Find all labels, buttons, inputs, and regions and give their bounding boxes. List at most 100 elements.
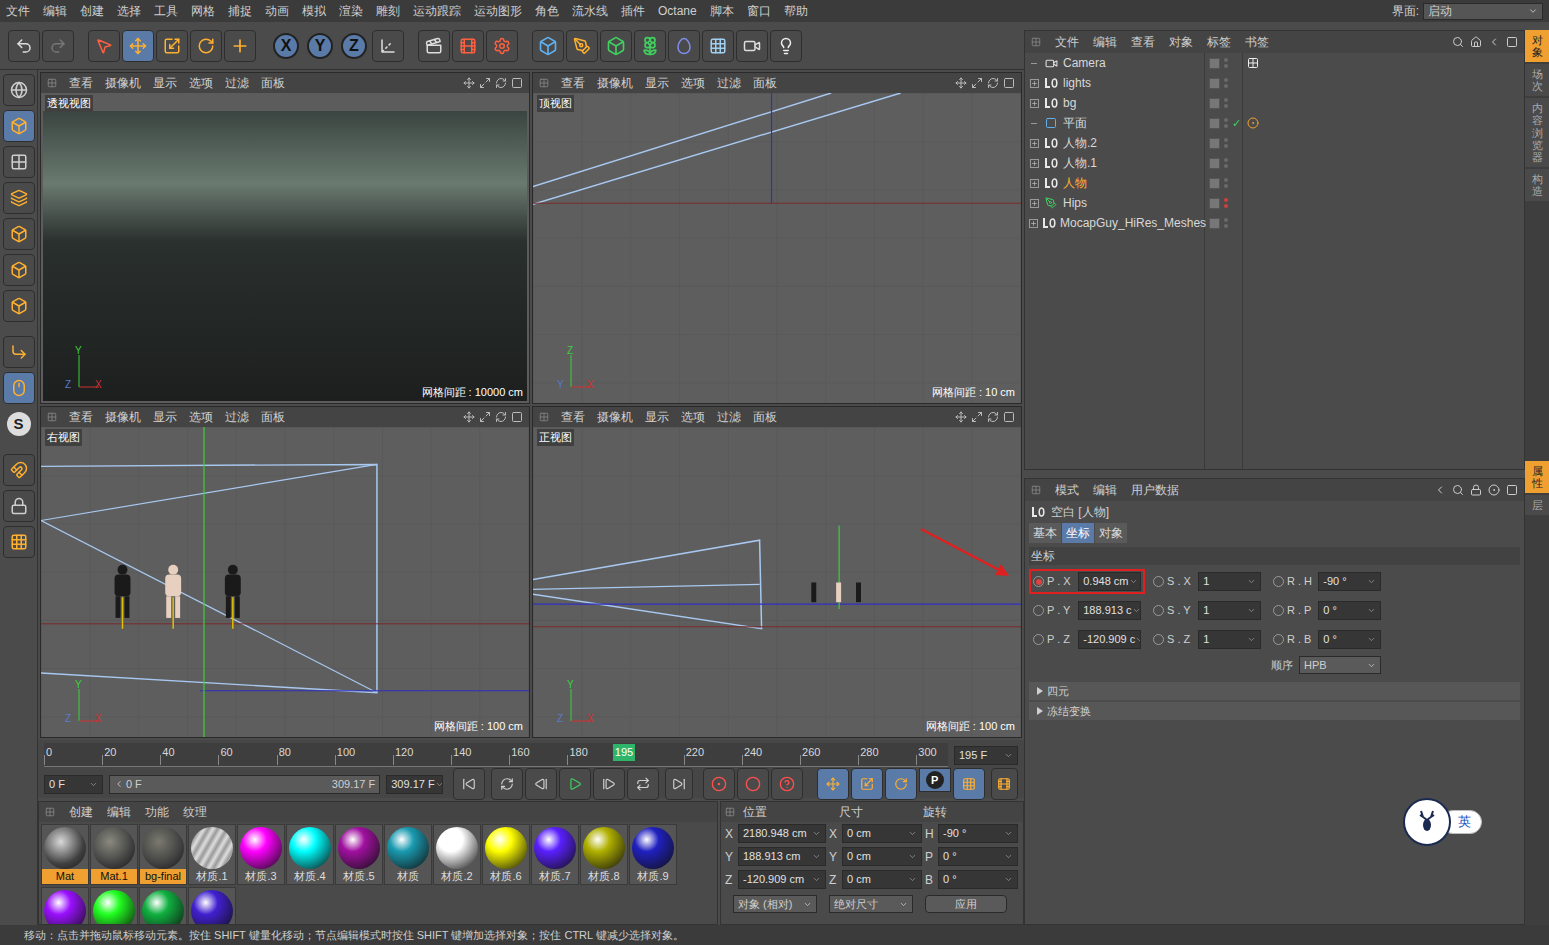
back-icon[interactable]	[1434, 484, 1446, 496]
pan-icon[interactable]	[463, 411, 475, 423]
stepper-icon[interactable]	[1247, 606, 1256, 615]
viewport-menu-item[interactable]: 查看	[69, 74, 93, 92]
start-frame-field[interactable]: 0 F	[44, 775, 103, 794]
maximize-icon[interactable]	[511, 411, 523, 423]
menu-item[interactable]: 捕捉	[228, 2, 252, 20]
material-swatch[interactable]: 材质.6	[482, 824, 530, 885]
menu-item[interactable]: 运动图形	[474, 2, 522, 20]
side-tab[interactable]: 对象	[1525, 30, 1549, 62]
size-field[interactable]: 0 cm	[842, 824, 922, 843]
viewport-menu-item[interactable]: 面板	[261, 408, 285, 426]
zoom-icon[interactable]	[479, 77, 491, 89]
viewport-menu-item[interactable]: 面板	[261, 74, 285, 92]
expand-toggle[interactable]	[1030, 99, 1039, 108]
deformer-button[interactable]	[668, 30, 700, 62]
render-picture-button[interactable]	[452, 30, 484, 62]
side-tab[interactable]: 内容浏览器	[1525, 98, 1549, 166]
target-icon[interactable]	[1488, 484, 1500, 496]
object-flags[interactable]	[1205, 213, 1242, 233]
viewport[interactable]: 查看摄像机显示选项过滤面板透视视图YZX网格间距 : 10000 cm	[40, 72, 530, 404]
zoom-icon[interactable]	[479, 411, 491, 423]
material-swatch[interactable]	[139, 887, 187, 925]
animate-toggle[interactable]	[1033, 634, 1044, 645]
viewport-menu-item[interactable]: 过滤	[717, 408, 741, 426]
record-button[interactable]	[703, 768, 735, 800]
rotation-field[interactable]: -90 °	[938, 824, 1018, 843]
size-field[interactable]: 0 cm	[842, 870, 922, 889]
material-swatch[interactable]: 材质.1	[188, 824, 236, 885]
new-window-icon[interactable]	[1506, 484, 1518, 496]
stepper-icon[interactable]	[1247, 635, 1256, 644]
edge-mode-button[interactable]	[3, 254, 35, 286]
object-menu-item[interactable]: 书签	[1245, 33, 1269, 51]
maximize-icon[interactable]	[511, 77, 523, 89]
material-swatch[interactable]	[90, 887, 138, 925]
attribute-field[interactable]: 0 °	[1318, 630, 1381, 649]
prev-key-button[interactable]	[491, 768, 523, 800]
material-menu-item[interactable]: 功能	[145, 803, 169, 821]
attribute-field[interactable]: 188.913 c	[1078, 601, 1141, 620]
go-end-button[interactable]	[665, 768, 692, 800]
viewport-menu-item[interactable]: 摄像机	[597, 408, 633, 426]
viewport-menu-item[interactable]: 面板	[753, 408, 777, 426]
mograph-button[interactable]	[634, 30, 666, 62]
attribute-field[interactable]: -90 °	[1318, 572, 1381, 591]
viewport-canvas[interactable]: 透视视图YZX网格间距 : 10000 cm	[41, 93, 529, 403]
menu-item[interactable]: 流水线	[572, 2, 608, 20]
texture-mode-button[interactable]	[3, 146, 35, 178]
recent-tool-button[interactable]	[224, 30, 256, 62]
viewport-canvas[interactable]: 顶视图ZYX网格间距 : 10 cm	[533, 93, 1021, 403]
viewport-menu-item[interactable]: 选项	[189, 408, 213, 426]
viewport-menu-item[interactable]: 显示	[645, 74, 669, 92]
position-field[interactable]: 2180.948 cm	[738, 824, 826, 843]
object-row[interactable]: 人物.1	[1025, 153, 1204, 173]
expand-toggle[interactable]	[1030, 139, 1039, 148]
generator-button[interactable]	[600, 30, 632, 62]
animate-toggle[interactable]	[1273, 605, 1284, 616]
menu-item[interactable]: Octane	[658, 2, 697, 20]
animate-toggle[interactable]	[1273, 634, 1284, 645]
orbit-icon[interactable]	[495, 411, 507, 423]
stepper-icon[interactable]	[908, 852, 917, 861]
render-settings-button[interactable]	[486, 30, 518, 62]
range-slider[interactable]: 0 F309.17 F	[109, 775, 380, 794]
rotate-button[interactable]	[190, 30, 222, 62]
material-swatch[interactable]: 材质.4	[286, 824, 334, 885]
object-flags[interactable]	[1205, 193, 1242, 213]
ime-indicator[interactable]: 英	[1403, 798, 1482, 846]
object-flags[interactable]	[1205, 93, 1242, 113]
key-pla-button[interactable]	[953, 768, 985, 800]
attribute-field[interactable]: 0 °	[1318, 601, 1381, 620]
key-position-button[interactable]	[817, 768, 849, 800]
snap-solo-button[interactable]: S	[3, 408, 35, 440]
pan-icon[interactable]	[955, 411, 967, 423]
object-row[interactable]: bg	[1025, 93, 1204, 113]
menu-item[interactable]: 角色	[535, 2, 559, 20]
object-menu-item[interactable]: 文件	[1055, 33, 1079, 51]
point-mode-button[interactable]	[3, 218, 35, 250]
enabled-check[interactable]: ✓	[1232, 115, 1241, 132]
object-menu-item[interactable]: 对象	[1169, 33, 1193, 51]
viewport[interactable]: 查看摄像机显示选项过滤面板右视图YZX网格间距 : 100 cm	[40, 406, 530, 738]
prev-frame-button[interactable]	[525, 768, 557, 800]
object-menu-item[interactable]: 标签	[1207, 33, 1231, 51]
animate-toggle[interactable]	[1033, 605, 1044, 616]
viewport-menu-item[interactable]: 显示	[153, 74, 177, 92]
axis-lock-button[interactable]: X	[270, 30, 302, 62]
material-menu-item[interactable]: 编辑	[107, 803, 131, 821]
stepper-icon[interactable]	[1004, 852, 1013, 861]
material-swatch[interactable]: 材质.7	[531, 824, 579, 885]
collapsible-group[interactable]: 四元	[1029, 682, 1520, 700]
zoom-icon[interactable]	[971, 411, 983, 423]
move-button[interactable]	[122, 30, 154, 62]
viewport-menu-item[interactable]: 过滤	[225, 408, 249, 426]
model-mode-button[interactable]	[3, 110, 35, 142]
attribute-field[interactable]: 1	[1198, 601, 1261, 620]
stepper-icon[interactable]	[908, 875, 917, 884]
object-flags[interactable]	[1205, 53, 1242, 73]
material-swatch[interactable]: 材质.8	[580, 824, 628, 885]
viewport[interactable]: 查看摄像机显示选项过滤面板顶视图ZYX网格间距 : 10 cm	[532, 72, 1022, 404]
position-field[interactable]: 188.913 cm	[738, 847, 826, 866]
material-swatch[interactable]: 材质	[384, 824, 432, 885]
material-swatch[interactable]: 材质.2	[433, 824, 481, 885]
